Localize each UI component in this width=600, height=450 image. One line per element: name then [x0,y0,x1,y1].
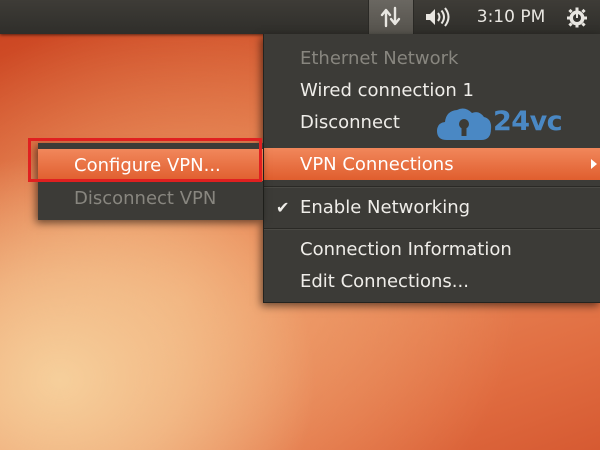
menu-item-label: Disconnect [300,111,400,133]
menu-item-label: VPN Connections [300,153,454,175]
menu-item-disconnect-vpn: Disconnect VPN [38,182,263,214]
menu-separator [264,228,600,230]
highlight-outline [28,138,262,182]
menu-separator [264,186,600,188]
watermark-text: 24vc [493,106,563,137]
checkmark-icon: ✔ [276,197,290,217]
menu-item-label: Edit Connections... [300,270,469,292]
menu-item-label: Enable Networking [300,196,471,218]
speaker-volume-icon [426,7,450,27]
menu-item-vpn-connections[interactable]: VPN Connections [264,148,600,180]
menu-item-label: Ethernet Network [300,47,459,69]
menu-item-label: Wired connection 1 [300,79,474,101]
cloud-lock-icon [437,108,492,140]
network-menu: Ethernet Network Wired connection 1 Disc… [263,34,600,303]
menu-item-connection-information[interactable]: Connection Information [264,233,600,265]
watermark-logo: 24vc [435,104,563,144]
clock[interactable]: 3:10 PM [466,0,556,34]
menu-item-enable-networking[interactable]: ✔ Enable Networking [264,191,600,223]
session-indicator[interactable] [560,0,594,34]
menu-item-label: Connection Information [300,238,512,260]
sound-indicator[interactable] [418,0,458,34]
top-panel: 3:10 PM [0,0,600,34]
menu-item-label: Disconnect VPN [74,187,217,209]
menu-item-edit-connections[interactable]: Edit Connections... [264,265,600,297]
network-transfer-icon [380,6,401,28]
network-indicator[interactable] [368,0,414,34]
menu-item-ethernet-network: Ethernet Network [264,42,600,74]
gear-power-icon [567,7,587,28]
menu-item-wired-connection[interactable]: Wired connection 1 [264,74,600,106]
submenu-arrow-icon [591,159,597,169]
